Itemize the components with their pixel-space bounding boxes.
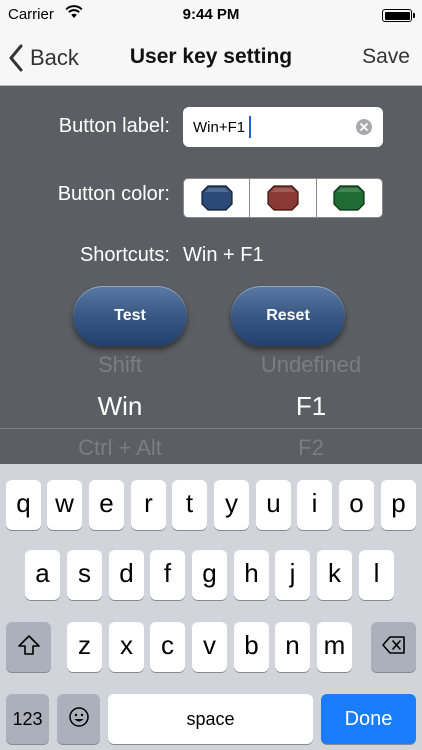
picker-left-below[interactable]: Ctrl + Alt bbox=[25, 435, 215, 461]
chevron-left-icon bbox=[9, 44, 23, 72]
key-o[interactable]: o bbox=[339, 480, 374, 530]
text-caret bbox=[249, 116, 251, 138]
shift-arrow-icon bbox=[17, 635, 40, 655]
red-swatch-icon bbox=[267, 185, 299, 211]
wifi-icon bbox=[65, 5, 83, 18]
key-p[interactable]: p bbox=[381, 480, 416, 530]
button-label-title: Button label: bbox=[58, 115, 170, 137]
status-bar: Carrier 9:44 PM bbox=[0, 0, 422, 30]
numbers-key[interactable]: 123 bbox=[6, 694, 49, 744]
key-q[interactable]: q bbox=[6, 480, 41, 530]
keyboard: q w e r t y u i o p a s d f g h j k l z … bbox=[0, 464, 422, 750]
button-label-field[interactable] bbox=[183, 107, 383, 147]
blue-swatch-icon bbox=[201, 185, 233, 211]
shift-key[interactable] bbox=[6, 622, 51, 672]
picker-right-selected[interactable]: F1 bbox=[216, 391, 406, 422]
key-n[interactable]: n bbox=[275, 622, 310, 672]
color-option-blue[interactable] bbox=[184, 179, 251, 217]
key-j[interactable]: j bbox=[275, 550, 310, 600]
key-w[interactable]: w bbox=[47, 480, 82, 530]
picker-left-above[interactable]: Shift bbox=[25, 352, 215, 378]
key-g[interactable]: g bbox=[192, 550, 227, 600]
key-d[interactable]: d bbox=[109, 550, 144, 600]
key-u[interactable]: u bbox=[256, 480, 291, 530]
picker-right-above[interactable]: Undefined bbox=[216, 352, 406, 378]
shortcuts-value: Win + F1 bbox=[183, 244, 264, 266]
key-a[interactable]: a bbox=[25, 550, 60, 600]
button-label-input[interactable] bbox=[193, 115, 353, 139]
save-button[interactable]: Save bbox=[362, 45, 410, 69]
clear-text-icon[interactable] bbox=[356, 119, 372, 135]
key-e[interactable]: e bbox=[89, 480, 124, 530]
test-button[interactable]: Test bbox=[73, 286, 187, 346]
key-f[interactable]: f bbox=[150, 550, 185, 600]
key-s[interactable]: s bbox=[67, 550, 102, 600]
picker-right-below[interactable]: F2 bbox=[216, 435, 406, 461]
key-y[interactable]: y bbox=[214, 480, 249, 530]
back-label: Back bbox=[30, 45, 79, 70]
reset-button[interactable]: Reset bbox=[231, 286, 345, 346]
button-color-title: Button color: bbox=[57, 183, 170, 205]
picker-left-selected[interactable]: Win bbox=[25, 391, 215, 422]
done-key[interactable]: Done bbox=[321, 694, 416, 744]
key-z[interactable]: z bbox=[67, 622, 102, 672]
color-option-red[interactable] bbox=[250, 179, 317, 217]
key-i[interactable]: i bbox=[297, 480, 332, 530]
picker-divider bbox=[0, 428, 422, 429]
status-time: 9:44 PM bbox=[182, 6, 240, 23]
carrier-label: Carrier bbox=[8, 6, 54, 23]
key-r[interactable]: r bbox=[131, 480, 166, 530]
emoji-icon bbox=[68, 707, 89, 727]
key-x[interactable]: x bbox=[109, 622, 144, 672]
key-k[interactable]: k bbox=[317, 550, 352, 600]
key-h[interactable]: h bbox=[234, 550, 269, 600]
key-l[interactable]: l bbox=[359, 550, 394, 600]
button-color-selector bbox=[183, 178, 383, 218]
space-key[interactable]: space bbox=[108, 694, 313, 744]
key-t[interactable]: t bbox=[172, 480, 207, 530]
emoji-key[interactable] bbox=[57, 694, 100, 744]
battery-icon bbox=[382, 9, 415, 22]
back-button[interactable]: Back bbox=[8, 38, 79, 78]
key-c[interactable]: c bbox=[150, 622, 185, 672]
delete-key[interactable] bbox=[371, 622, 416, 672]
key-b[interactable]: b bbox=[234, 622, 269, 672]
color-option-green[interactable] bbox=[317, 179, 382, 217]
key-m[interactable]: m bbox=[317, 622, 352, 672]
navigation-bar: Back User key setting Save bbox=[0, 30, 422, 86]
green-swatch-icon bbox=[333, 185, 365, 211]
key-v[interactable]: v bbox=[192, 622, 227, 672]
backspace-icon bbox=[381, 636, 405, 654]
shortcuts-title: Shortcuts: bbox=[79, 244, 170, 266]
